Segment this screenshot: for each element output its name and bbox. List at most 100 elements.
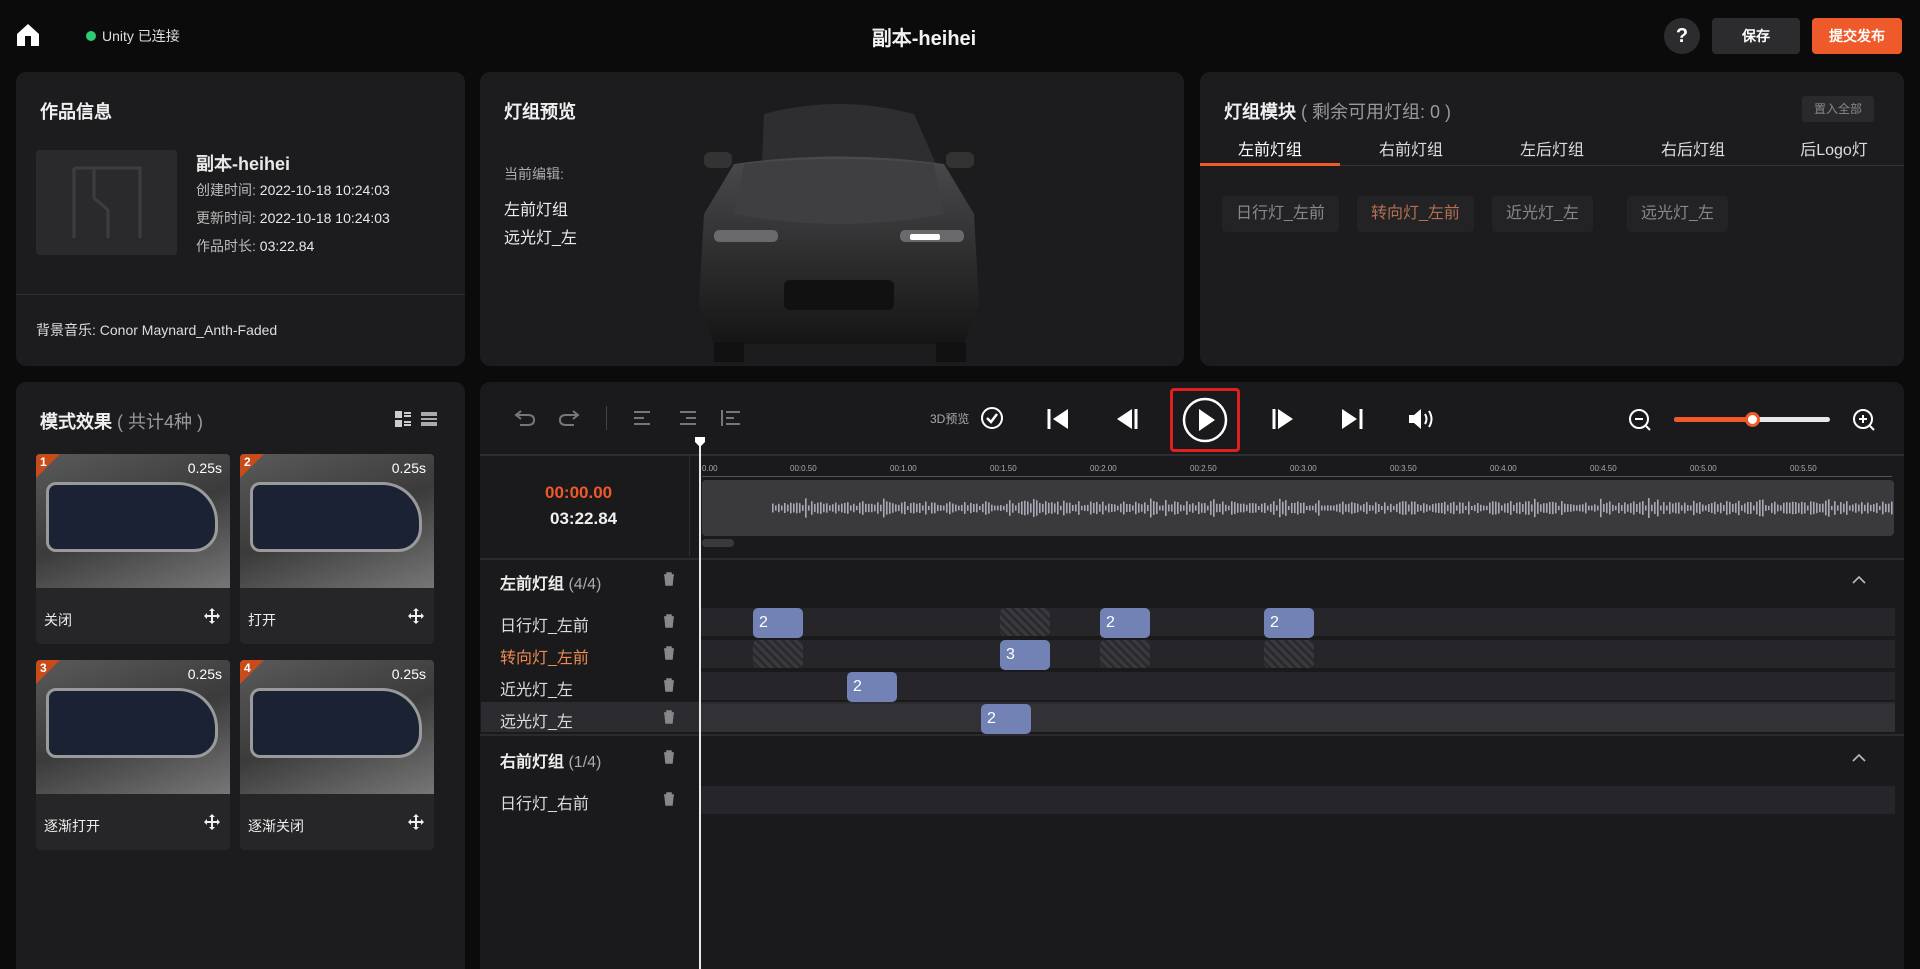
tab-rear-logo[interactable]: 后Logo灯 [1764,136,1904,166]
waveform-bar [1780,505,1782,511]
place-all-button[interactable]: 置入全部 [1802,96,1874,122]
redo-icon[interactable] [558,408,580,428]
drag-move-icon[interactable] [204,814,220,830]
waveform-bar [1537,502,1539,514]
waveform-bar [1357,503,1359,513]
mode-card[interactable]: 4 0.25s 逐渐关闭 [240,660,434,850]
waveform-bar [1663,502,1665,514]
list-view-icon[interactable] [420,410,438,428]
horizontal-scrollbar[interactable] [702,539,734,547]
waveform-bar [1405,501,1407,515]
playhead[interactable] [699,440,701,969]
tab-right-rear[interactable]: 右后灯组 [1623,136,1763,166]
waveform-bar [793,503,795,513]
volume-icon[interactable] [1406,406,1436,432]
track-row[interactable]: 日行灯_左前 2 2 2 [481,606,1895,638]
effect-clip[interactable]: 2 [847,672,897,702]
track-row[interactable]: 转向灯_左前 3 [481,638,1895,670]
waveform-bar [1849,505,1851,511]
waveform-bar [1144,502,1146,514]
undo-icon[interactable] [514,408,536,428]
preview-3d-toggle-icon[interactable] [980,406,1004,430]
skip-to-start-icon[interactable] [1044,406,1072,432]
audio-waveform[interactable] [702,480,1894,536]
playhead-handle-icon[interactable] [694,436,706,448]
align-right-icon[interactable] [678,408,698,428]
waveform-bar [844,502,846,514]
zoom-in-icon[interactable] [1852,408,1876,432]
trash-icon[interactable] [663,750,675,764]
waveform-bar [1090,501,1092,515]
divider [480,734,1904,736]
waveform-bar [1759,499,1761,517]
drag-move-icon[interactable] [408,608,424,624]
effect-clip[interactable]: 2 [753,608,803,638]
trash-icon[interactable] [663,710,675,724]
help-button[interactable]: ? [1664,18,1700,54]
waveform-bar [1075,504,1077,512]
grid-view-icon[interactable] [394,410,412,428]
waveform-bar [1777,504,1779,512]
zoom-slider-handle[interactable] [1745,412,1760,427]
waveform-bar [1855,503,1857,513]
waveform-bar [1804,502,1806,514]
track-row-selected[interactable]: 远光灯_左 2 [481,702,1895,734]
waveform-bar [1612,504,1614,512]
effect-clip[interactable]: 2 [1100,608,1150,638]
waveform-bar [1486,505,1488,511]
skip-to-end-icon[interactable] [1338,406,1366,432]
waveform-bar [1639,502,1641,514]
drag-move-icon[interactable] [408,814,424,830]
trash-icon[interactable] [663,614,675,628]
trash-icon[interactable] [663,678,675,692]
waveform-bar [1261,503,1263,513]
publish-button[interactable]: 提交发布 [1812,18,1902,54]
waveform-bar [919,503,921,513]
waveform-bar [1183,505,1185,511]
chevron-up-icon[interactable] [1852,753,1866,763]
waveform-bar [1555,502,1557,514]
mode-card[interactable]: 1 0.25s 关闭 [36,454,230,644]
waveform-bar [1744,503,1746,513]
effect-clip[interactable]: 2 [1264,608,1314,638]
track-row[interactable]: 日行灯_右前 [481,784,1895,814]
waveform-bar [1471,505,1473,511]
module-chip[interactable]: 近光灯_左 [1492,196,1593,232]
trash-icon[interactable] [663,646,675,660]
trash-icon[interactable] [663,792,675,806]
trash-icon[interactable] [663,572,675,586]
waveform-bar [1390,503,1392,513]
module-chip[interactable]: 转向灯_左前 [1357,196,1474,232]
play-icon[interactable] [1178,396,1232,444]
waveform-bar [1105,505,1107,511]
align-left-icon[interactable] [632,408,652,428]
waveform-bar [1474,504,1476,512]
chevron-up-icon[interactable] [1852,575,1866,585]
waveform-bar [946,503,948,513]
tab-left-front[interactable]: 左前灯组 [1200,136,1340,166]
track-row[interactable]: 近光灯_左 2 [481,670,1895,702]
waveform-bar [898,504,900,512]
waveform-bar [1300,503,1302,513]
zoom-slider-track[interactable] [1674,412,1830,427]
drag-move-icon[interactable] [204,608,220,624]
step-back-icon[interactable] [1112,406,1140,432]
module-chip[interactable]: 日行灯_左前 [1222,196,1339,232]
save-button[interactable]: 保存 [1712,18,1800,54]
mode-card[interactable]: 3 0.25s 逐渐打开 [36,660,230,850]
distribute-icon[interactable] [720,408,742,428]
effect-clip[interactable]: 3 [1000,640,1050,670]
waveform-bar [1579,504,1581,512]
track-lane[interactable] [700,786,1895,814]
tab-right-front[interactable]: 右前灯组 [1341,136,1481,166]
mode-card[interactable]: 2 0.25s 打开 [240,454,434,644]
step-forward-icon[interactable] [1270,406,1298,432]
effect-clip[interactable]: 2 [981,704,1031,734]
tab-left-rear[interactable]: 左后灯组 [1482,136,1622,166]
waveform-bar [1828,499,1830,517]
waveform-bar [1279,498,1281,518]
zoom-out-icon[interactable] [1628,408,1652,432]
module-chip[interactable]: 远光灯_左 [1627,196,1728,232]
waveform-bar [1156,501,1158,515]
track-lane[interactable] [700,704,1895,732]
